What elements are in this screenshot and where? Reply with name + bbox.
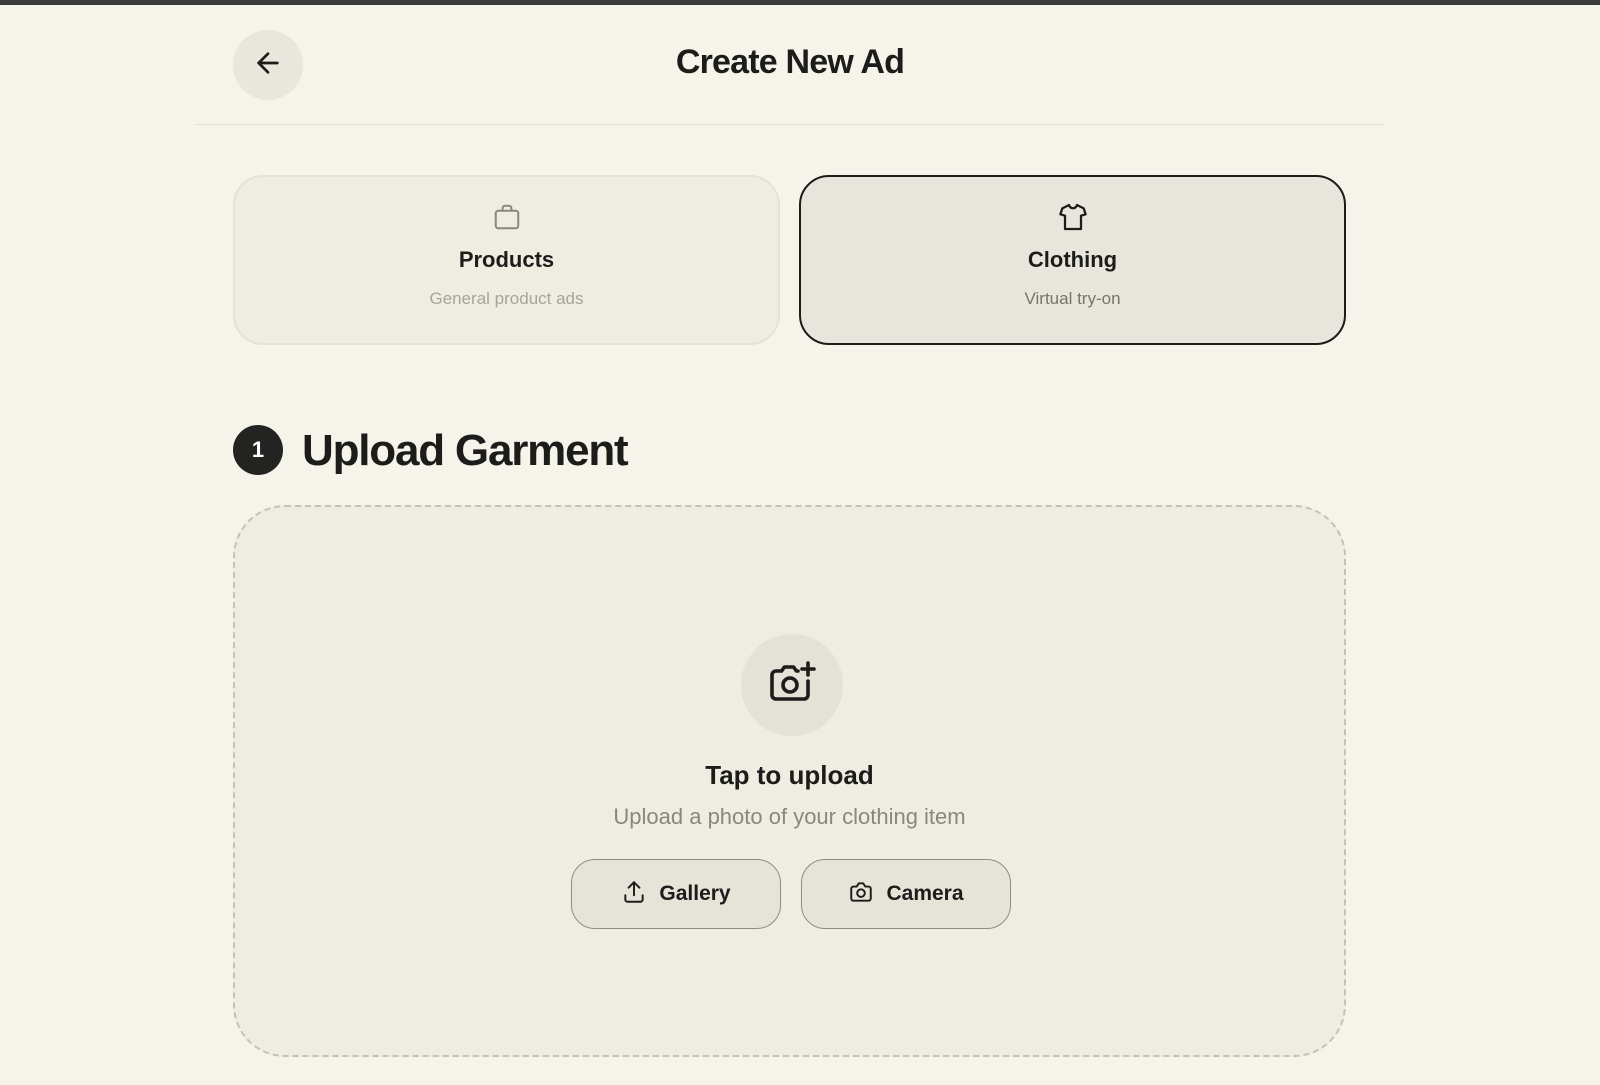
garment-upload-dropzone[interactable]: Tap to upload Upload a photo of your clo… [233,505,1346,1057]
ad-type-products-card[interactable]: Products General product ads [233,175,780,345]
page-header: Create New Ad [196,5,1384,125]
upload-icon [621,879,647,910]
upload-subtitle: Upload a photo of your clothing item [613,804,966,829]
shopping-bag-icon [491,201,523,233]
page-title: Create New Ad [675,43,905,81]
camera-button-label: Camera [886,882,964,905]
step-number-badge: 1 [233,425,283,475]
ad-type-clothing-card[interactable]: Clothing Virtual try-on [799,175,1346,345]
gallery-button-label: Gallery [659,882,731,905]
ad-type-description: General product ads [429,289,584,308]
camera-icon [848,879,874,910]
upload-title: Tap to upload [705,760,874,790]
gallery-button[interactable]: Gallery [571,859,781,929]
upload-icon-circle [741,634,843,736]
ad-type-description: Virtual try-on [1024,289,1121,308]
section-title: Upload Garment [302,426,629,475]
ad-type-label: Clothing [1027,247,1118,272]
shirt-icon [1057,201,1089,233]
ad-type-label: Products [458,247,555,272]
camera-plus-icon [768,659,816,712]
camera-button[interactable]: Camera [801,859,1011,929]
